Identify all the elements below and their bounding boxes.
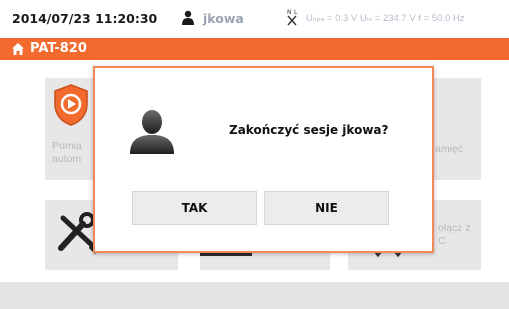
memory-label: amięć (435, 143, 464, 155)
yes-button[interactable]: TAK (132, 191, 257, 225)
svg-text:N: N (287, 9, 292, 16)
auto-measurement-label-line1: Pomia (52, 140, 82, 152)
auto-measurement-label-line2: autom (52, 153, 82, 165)
title-bar: PAT-820 (0, 38, 509, 60)
auto-measurement-label: Pomia autom (52, 140, 82, 166)
home-icon[interactable] (11, 42, 25, 56)
connect-pc-label: ołącz z C (438, 222, 471, 248)
end-session-dialog: Zakończyć sesje jkowa? TAK NIE (93, 66, 434, 253)
bottom-bar (0, 282, 509, 309)
status-bar: 2014/07/23 11:20:30 jkowa N L Uₙₚₑ = 0.3… (0, 0, 509, 38)
connect-pc-label-line1: ołącz z (438, 222, 471, 234)
user-icon (182, 10, 194, 25)
status-datetime: 2014/07/23 11:20:30 (12, 11, 158, 26)
status-user: jkowa (203, 11, 244, 26)
user-avatar-icon (130, 110, 174, 154)
no-button[interactable]: NIE (264, 191, 389, 225)
connect-pc-label-line2: C (438, 235, 446, 247)
device-name: PAT-820 (30, 41, 87, 56)
shield-play-icon (54, 84, 88, 126)
plug-icon: N L (287, 9, 298, 26)
svg-text:L: L (294, 9, 298, 16)
dialog-message: Zakończyć sesje jkowa? (229, 123, 389, 137)
status-measurements: Uₙₚₑ = 0.3 V Uₗₙ = 234.7 V f = 50.0 Hz (306, 13, 465, 24)
